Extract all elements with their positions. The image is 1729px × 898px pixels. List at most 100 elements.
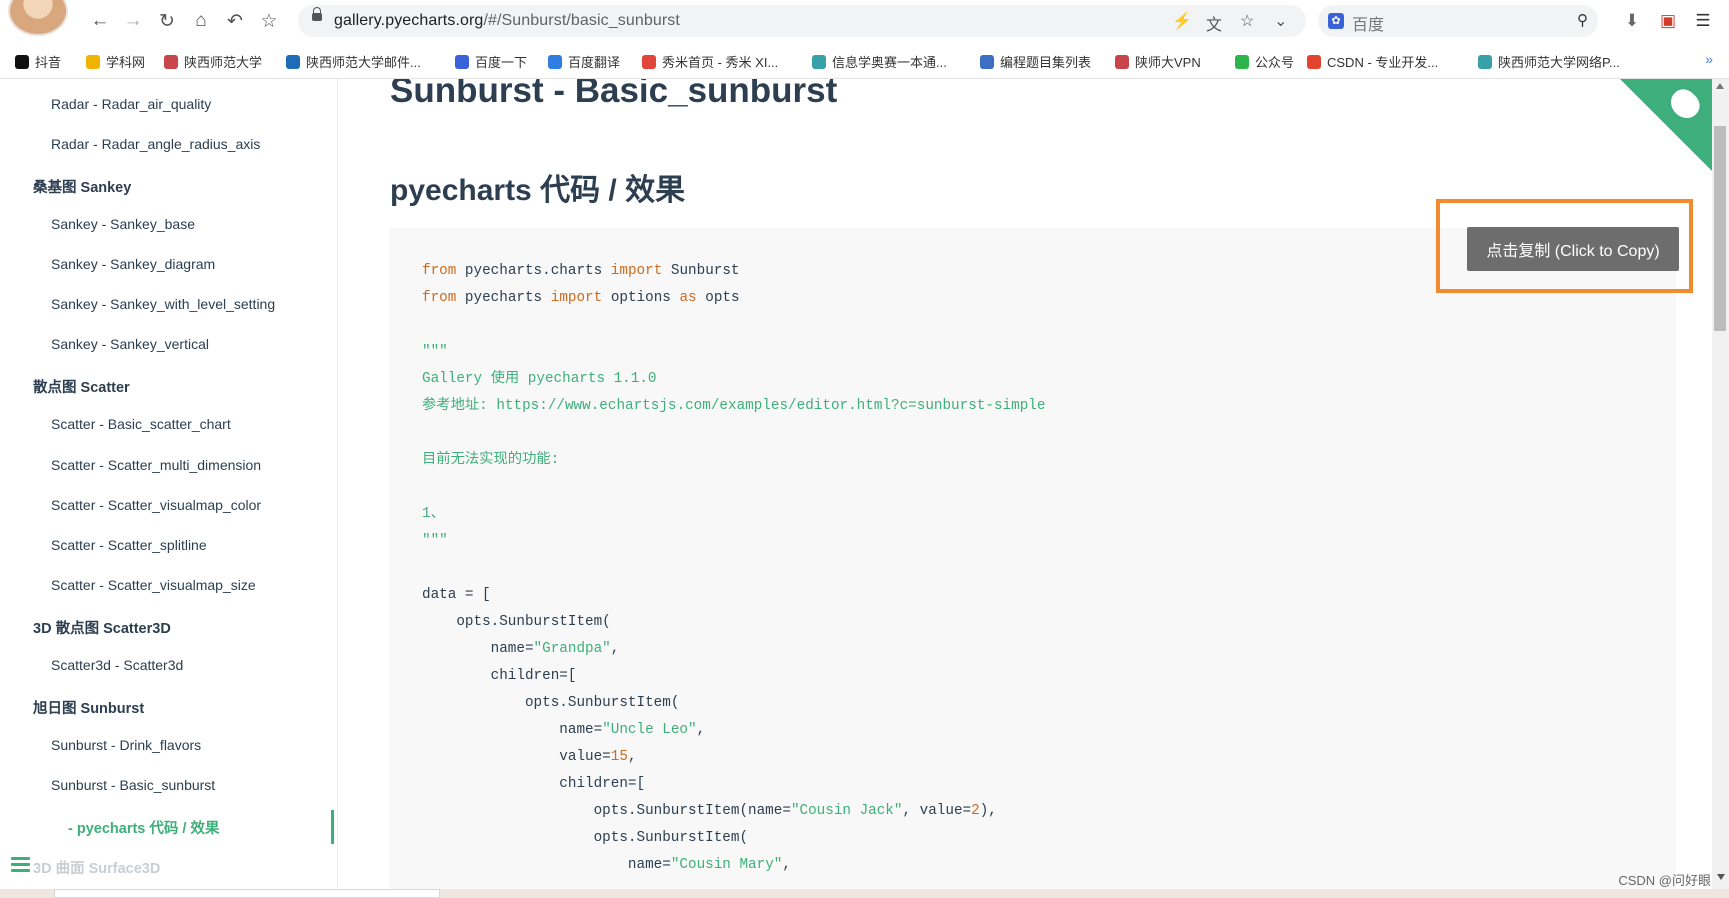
bookmark-item[interactable]: 百度翻译: [548, 52, 620, 71]
bookmark-item[interactable]: 秀米首页 - 秀米 XI...: [642, 52, 778, 71]
bookmark-label: 陕西师范大学邮件...: [306, 55, 421, 70]
csdn-watermark: CSDN @问好眼: [1618, 873, 1711, 888]
lock-icon: [312, 7, 322, 21]
bookmark-favicon-icon: [980, 54, 994, 69]
bookmark-favicon-icon: [86, 54, 100, 69]
sidebar-item[interactable]: Scatter3d - Scatter3d: [51, 657, 183, 673]
sidebar-toggle-icon[interactable]: [11, 857, 30, 872]
bookmark-item[interactable]: 陕师大VPN: [1115, 52, 1201, 71]
taskbar-tab[interactable]: [54, 889, 440, 898]
bookmark-label: 百度一下: [475, 55, 528, 70]
scroll-up-arrow-icon[interactable]: [1716, 83, 1724, 89]
sidebar-item[interactable]: Sunburst - Drink_flavors: [51, 737, 201, 753]
page-title: Sunburst - Basic_sunburst: [390, 79, 838, 110]
code-text: from pyecharts.charts import Sunburst fr…: [422, 263, 1046, 873]
bookmark-label: 陕西师范大学网络P...: [1498, 55, 1620, 70]
address-url: gallery.pyecharts.org/#/Sunburst/basic_s…: [334, 12, 680, 29]
favorite-star-icon[interactable]: ☆: [1240, 11, 1254, 31]
bookmark-favicon-icon: [15, 54, 29, 69]
sidebar-item[interactable]: 3D 曲面 Surface3D: [33, 857, 160, 878]
sidebar-item[interactable]: Sankey - Sankey_with_level_setting: [51, 296, 275, 312]
sidebar-item[interactable]: Sunburst - Basic_sunburst: [51, 777, 215, 793]
bookmark-favicon-icon: [642, 54, 656, 69]
translate-icon[interactable]: 文: [1206, 11, 1222, 35]
sidebar-group-heading[interactable]: 桑基图 Sankey: [33, 176, 131, 197]
bookmark-favicon-icon: [812, 54, 826, 69]
lightning-icon[interactable]: ⚡: [1172, 11, 1192, 31]
search-placeholder: 百度: [1352, 17, 1385, 34]
baidu-paw-icon: ✿: [1328, 13, 1344, 29]
sidebar-item[interactable]: Scatter - Scatter_visualmap_size: [51, 577, 256, 593]
bookmark-favicon-icon: [1478, 54, 1492, 69]
sidebar: Radar - Radar_air_quality Radar - Radar_a…: [0, 79, 338, 889]
bookmark-label: 信息学奥赛一本通...: [832, 55, 947, 70]
bookmark-label: 陕师大VPN: [1135, 55, 1201, 70]
bookmarks-overflow-icon[interactable]: »: [1705, 51, 1713, 67]
bookmark-item[interactable]: 陕西师范大学: [164, 52, 262, 71]
bookmark-label: 秀米首页 - 秀米 XI...: [662, 55, 779, 70]
bookmark-item[interactable]: 编程题目集列表: [980, 52, 1091, 71]
search-icon[interactable]: ⚲: [1577, 11, 1588, 29]
active-indicator: [331, 810, 334, 844]
home-icon[interactable]: ⌂: [189, 9, 213, 33]
bookmark-item[interactable]: 公众号: [1235, 52, 1294, 71]
pdf-icon[interactable]: ▣: [1657, 10, 1679, 32]
bookmark-item[interactable]: 陕西师范大学邮件...: [286, 52, 421, 71]
bookmark-favicon-icon: [548, 54, 562, 69]
bookmarks-bar: 抖音 学科网 陕西师范大学 陕西师范大学邮件... 百度一下 百度翻译 秀米首页 - 秀米 …: [0, 42, 1729, 79]
page-scrollbar[interactable]: [1712, 79, 1729, 889]
code-block: from pyecharts.charts import Sunburst fr…: [389, 228, 1676, 889]
sidebar-item[interactable]: Sankey - Sankey_vertical: [51, 336, 209, 352]
sidebar-group-heading[interactable]: 旭日图 Sunburst: [33, 697, 144, 718]
address-bar[interactable]: gallery.pyecharts.org/#/Sunburst/basic_s…: [298, 5, 1306, 37]
bookmark-label: 公众号: [1255, 55, 1295, 70]
sidebar-item[interactable]: Radar - Radar_angle_radius_axis: [51, 136, 260, 152]
browser-toolbar: ← → ↻ ⌂ ↶ ☆ gallery.pyecharts.org/#/Sunb…: [0, 0, 1729, 42]
bookmark-item[interactable]: 学科网: [86, 52, 145, 71]
download-icon[interactable]: ⬇: [1621, 10, 1643, 32]
bookmark-favicon-icon: [1307, 54, 1321, 69]
sidebar-item[interactable]: Scatter - Scatter_visualmap_color: [51, 497, 261, 513]
reload-icon[interactable]: ↻: [155, 9, 179, 33]
github-corner[interactable]: [1620, 79, 1712, 171]
main-content: Sunburst - Basic_sunburst pyecharts 代码 /…: [338, 79, 1712, 889]
sidebar-item[interactable]: Sankey - Sankey_base: [51, 216, 195, 232]
bookmark-item[interactable]: CSDN - 专业开发...: [1307, 52, 1438, 71]
forward-icon[interactable]: →: [121, 9, 145, 33]
taskbar-strip: [0, 889, 1729, 898]
sidebar-item[interactable]: Sankey - Sankey_diagram: [51, 256, 215, 272]
section-heading: pyecharts 代码 / 效果: [390, 174, 686, 207]
bookmark-label: 编程题目集列表: [1000, 55, 1092, 70]
bookmark-favicon-icon: [164, 54, 178, 69]
sidebar-item[interactable]: Scatter - Scatter_splitline: [51, 537, 207, 553]
chevron-down-icon[interactable]: ⌄: [1274, 11, 1287, 31]
sidebar-item[interactable]: - pyecharts 代码 / 效果: [68, 817, 219, 838]
bookmark-favicon-icon: [1115, 54, 1129, 69]
bookmark-star-icon[interactable]: ☆: [257, 9, 281, 33]
sidebar-item[interactable]: Scatter - Basic_scatter_chart: [51, 416, 231, 432]
sidebar-item[interactable]: Radar - Radar_air_quality: [51, 96, 211, 112]
bookmark-favicon-icon: [455, 54, 469, 69]
back-icon[interactable]: ←: [88, 9, 112, 33]
sidebar-group-heading[interactable]: 散点图 Scatter: [33, 376, 130, 397]
bookmark-item[interactable]: 抖音: [15, 52, 61, 71]
bookmark-label: CSDN - 专业开发...: [1327, 55, 1439, 70]
scroll-thumb[interactable]: [1714, 126, 1726, 331]
undo-icon[interactable]: ↶: [223, 9, 247, 33]
bookmark-label: 抖音: [35, 55, 62, 70]
bookmark-label: 陕西师范大学: [184, 55, 263, 70]
bookmark-item[interactable]: 百度一下: [455, 52, 527, 71]
watermark-chevron-icon: [1717, 874, 1725, 880]
profile-avatar[interactable]: [8, 0, 68, 36]
sidebar-group-heading[interactable]: 3D 散点图 Scatter3D: [33, 617, 171, 638]
menu-icon[interactable]: ☰: [1692, 10, 1714, 32]
bookmark-item[interactable]: 信息学奥赛一本通...: [812, 52, 947, 71]
copy-button[interactable]: 点击复制 (Click to Copy): [1467, 227, 1679, 271]
bookmark-label: 百度翻译: [568, 55, 621, 70]
search-box[interactable]: ✿ 百度 ⚲: [1318, 5, 1598, 37]
bookmark-item[interactable]: 陕西师范大学网络P...: [1478, 52, 1620, 71]
sidebar-item[interactable]: Scatter - Scatter_multi_dimension: [51, 457, 261, 473]
bookmark-favicon-icon: [1235, 54, 1249, 69]
bookmark-favicon-icon: [286, 54, 300, 69]
github-corner-triangle: [1620, 79, 1712, 171]
